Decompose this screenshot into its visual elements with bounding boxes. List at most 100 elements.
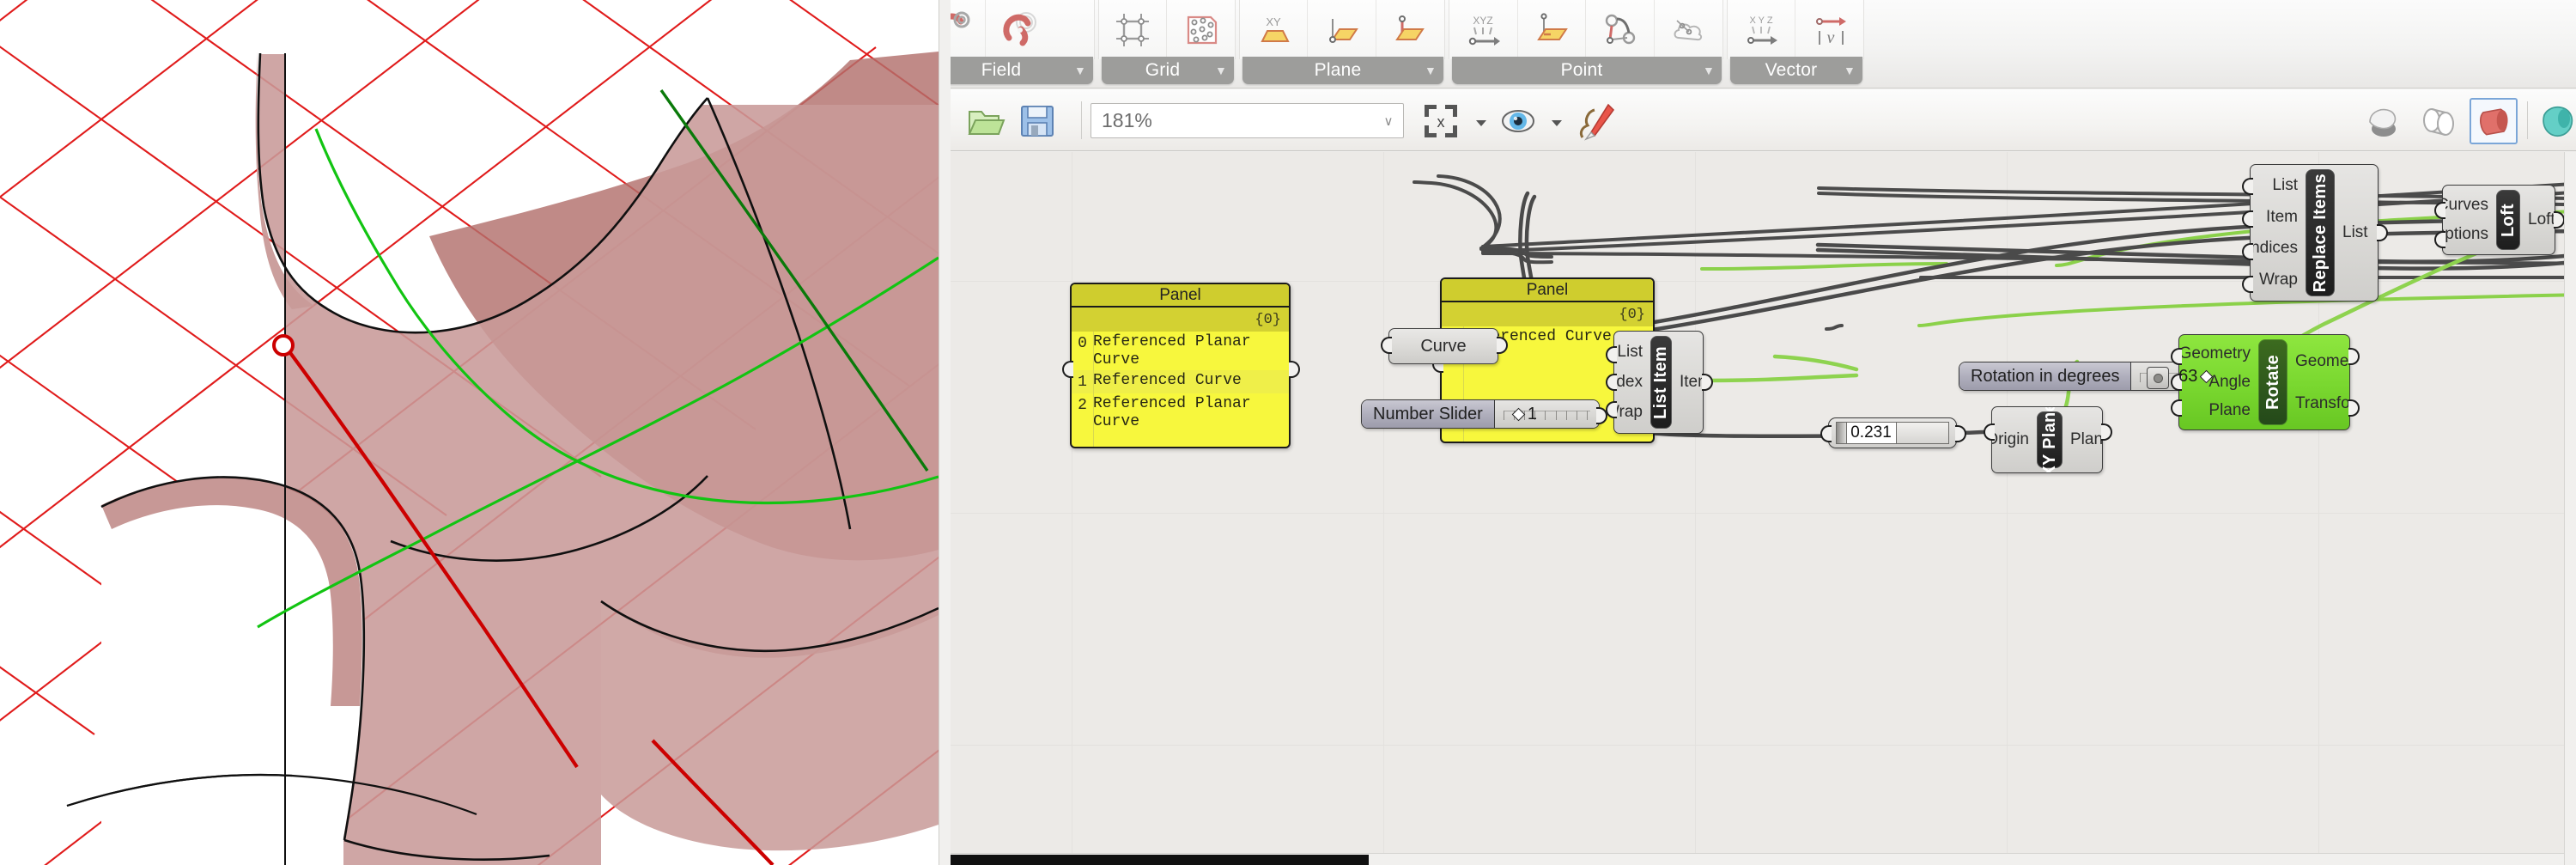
replace-items-port-indices[interactable] — [2242, 243, 2253, 260]
point-plane-icon[interactable] — [1518, 0, 1587, 59]
vector-xyz-icon[interactable]: X Y Z — [1728, 0, 1795, 59]
point-curve-icon[interactable] — [1586, 0, 1655, 59]
grasshopper-canvas[interactable]: Panel {0} 0 Referenced Planar Curve 1 Re… — [951, 152, 2576, 865]
replace-items-port-wrap[interactable] — [2242, 276, 2253, 293]
ribbon-group-field: Field ▼ — [951, 0, 1095, 88]
xy-plane-node[interactable]: Origin XY Plane Plane — [1991, 406, 2103, 473]
ribbon-tab-plane[interactable]: Plane ▼ — [1242, 57, 1443, 84]
rotation-slider-handle[interactable] — [2200, 369, 2214, 383]
number-field-node[interactable]: 0.231 — [1828, 417, 1957, 448]
ribbon-group-plane: XY — [1239, 0, 1445, 88]
chevron-down-icon[interactable]: ▼ — [1837, 64, 1862, 77]
number-field-rest[interactable] — [1897, 422, 1949, 444]
replace-items-input-indices: Indices — [2250, 238, 2298, 259]
chevron-down-icon[interactable]: ▼ — [1208, 64, 1234, 77]
point-xyz-icon[interactable]: XYZ — [1449, 0, 1518, 59]
number-slider-value: 1 — [1528, 405, 1537, 424]
curve-param-label: Curve — [1420, 337, 1466, 356]
point-cloud-icon[interactable] — [1655, 0, 1723, 59]
rotate-input-geometry: Geometry — [2179, 344, 2251, 364]
magnet-link-icon[interactable] — [986, 0, 1054, 59]
zoom-level-combobox[interactable]: 181% ∨ — [1091, 103, 1404, 138]
wireframe-preview-icon[interactable] — [2416, 100, 2459, 147]
loft-title-text: Loft — [2499, 204, 2518, 237]
plane-xy-icon[interactable]: XY — [1240, 0, 1308, 59]
replace-items-title-text: Replace Items — [2311, 174, 2330, 292]
panel-row-index: 1 — [1072, 372, 1093, 392]
panel-title: Panel — [1442, 279, 1653, 302]
magnet-icon[interactable] — [951, 0, 986, 59]
shaded-preview-icon[interactable] — [2361, 100, 2404, 147]
chevron-down-icon[interactable]: ▼ — [1696, 64, 1722, 77]
number-field-bar[interactable] — [1836, 422, 1847, 444]
loft-title: Loft — [2496, 190, 2520, 250]
rotate-port-geometry[interactable] — [2171, 348, 2182, 365]
loft-input-options: Options — [2442, 224, 2488, 245]
chevron-down-icon[interactable]: ▼ — [1418, 64, 1443, 77]
grid-points-icon[interactable] — [1167, 0, 1235, 59]
replace-items-node[interactable]: List Item Indices Wrap Replace Items Lis… — [2250, 164, 2379, 302]
rotate-title-text: Rotate — [2263, 355, 2283, 410]
rotate-output-transform: Transform — [2295, 393, 2350, 414]
loft-node[interactable]: Curves Options Loft Loft — [2442, 185, 2555, 255]
mesh-preview-icon[interactable] — [2536, 100, 2576, 147]
canvas-hscroll-thumb[interactable] — [951, 855, 1369, 865]
ribbon-label-point: Point — [1452, 60, 1696, 81]
zoom-extents-dropdown-caret[interactable] — [1476, 120, 1486, 126]
viewport-scene — [0, 0, 951, 865]
number-slider-handle[interactable] — [1512, 407, 1526, 421]
list-item-port-list[interactable] — [1606, 346, 1617, 363]
list-item-title: List Item — [1650, 336, 1672, 429]
rotate-preview-toggle[interactable] — [2147, 367, 2169, 389]
rotate-port-plane[interactable] — [2171, 399, 2182, 417]
number-field-input-port[interactable] — [1820, 425, 1832, 442]
paintbrush-icon[interactable] — [1574, 100, 1617, 147]
replace-items-port-list[interactable] — [2242, 178, 2253, 195]
xy-plane-title: XY Plane — [2037, 411, 2063, 468]
canvas-horizontal-scrollbar[interactable] — [951, 853, 2564, 865]
panel1-input-port[interactable] — [1062, 361, 1073, 378]
ribbon-tab-grid[interactable]: Grid ▼ — [1102, 57, 1234, 84]
loft-port-curves[interactable] — [2434, 202, 2445, 219]
loft-port-options[interactable] — [2434, 231, 2445, 248]
plane-origin-icon[interactable] — [1376, 0, 1444, 59]
preview-dropdown-caret[interactable] — [1552, 120, 1562, 126]
ribbon-tab-field[interactable]: Field ▼ — [951, 57, 1093, 84]
chevron-down-icon[interactable]: ▼ — [1067, 64, 1093, 77]
rotation-slider-value: 63 — [2178, 367, 2197, 387]
number-slider-name: Number Slider — [1362, 400, 1495, 428]
folder-open-icon[interactable] — [966, 101, 1005, 145]
rhino-3d-viewport[interactable] — [0, 0, 951, 865]
viewport-vertical-scrollbar[interactable] — [939, 0, 951, 865]
ribbon-tab-point[interactable]: Point ▼ — [1452, 57, 1722, 84]
rotation-slider-name: Rotation in degrees — [1959, 362, 2131, 390]
xy-plane-port-origin[interactable] — [1984, 423, 1995, 441]
panel-node-1[interactable]: Panel {0} 0 Referenced Planar Curve 1 Re… — [1070, 283, 1291, 448]
floppy-save-icon[interactable] — [1018, 101, 1057, 145]
curve-input-port[interactable] — [1381, 337, 1392, 354]
grasshopper-window: Field ▼ — [951, 0, 2576, 865]
red-preview-icon[interactable] — [2470, 98, 2518, 144]
curve-param-node[interactable]: Curve — [1388, 328, 1498, 364]
number-field-value[interactable]: 0.231 — [1847, 422, 1897, 444]
canvas-vertical-scrollbar[interactable] — [2564, 152, 2576, 865]
rotate-title: Rotate — [2258, 339, 2287, 425]
list-item-input-wrap: Wrap — [1613, 402, 1643, 423]
rotate-input-plane: Plane — [2208, 400, 2251, 421]
replace-items-title: Replace Items — [2306, 169, 2335, 296]
replace-items-port-item[interactable] — [2242, 210, 2253, 228]
number-slider-track[interactable]: 1 — [1495, 400, 1599, 428]
vector-amp-icon[interactable]: v — [1795, 0, 1863, 59]
ribbon-tab-vector[interactable]: Vector ▼ — [1730, 57, 1862, 84]
chevron-down-icon[interactable]: ∨ — [1374, 113, 1403, 129]
loft-input-curves: Curves — [2442, 195, 2488, 216]
number-slider[interactable]: Number Slider 1 — [1361, 399, 1600, 429]
grid-rect-icon[interactable] — [1099, 0, 1167, 59]
eye-preview-icon[interactable] — [1498, 101, 1538, 145]
ribbon-label-vector: Vector — [1730, 60, 1837, 81]
list-item-port-index[interactable] — [1606, 374, 1617, 391]
plane-normal-icon[interactable] — [1308, 0, 1376, 59]
list-item-node[interactable]: List Index Wrap List Item Item — [1613, 331, 1704, 434]
replace-items-input-wrap: Wrap — [2259, 270, 2298, 290]
zoom-extents-icon[interactable]: x — [1421, 101, 1461, 145]
